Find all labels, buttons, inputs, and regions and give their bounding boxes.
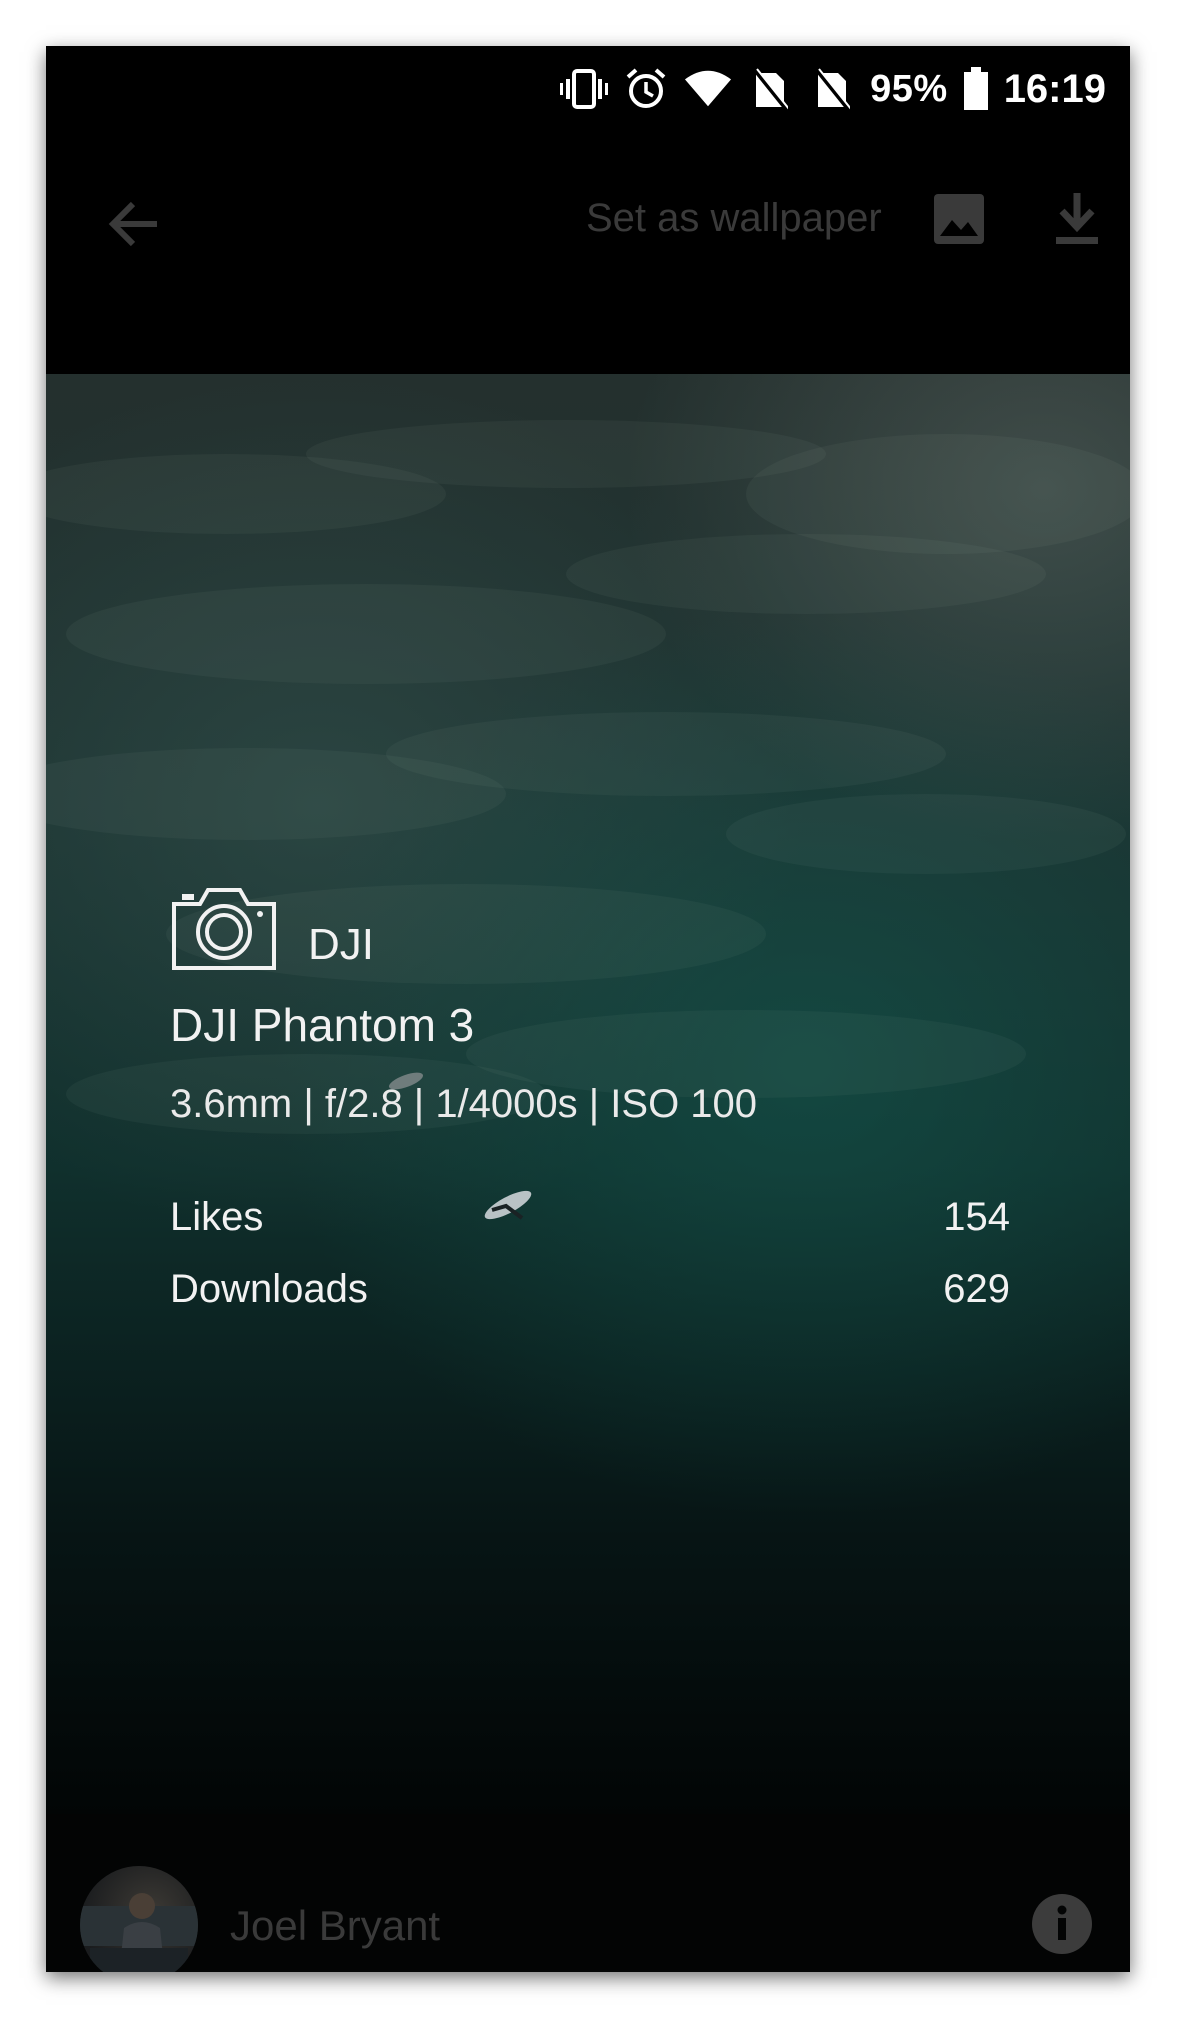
vibrate-icon — [560, 65, 609, 113]
wallpaper-button[interactable] — [922, 182, 996, 256]
avatar-image — [80, 1893, 198, 1972]
wallpaper-photo[interactable]: DJI DJI Phantom 3 3.6mm | f/2.8 | 1/4000… — [46, 374, 1130, 1814]
top-toolbar: Set as wallpaper — [46, 132, 1130, 374]
avatar[interactable] — [80, 1866, 198, 1972]
camera-row: DJI — [170, 884, 1010, 972]
phone-screen: 95% 16:19 Set as wallpaper DJI DJI Phant… — [46, 46, 1130, 1972]
camera-make: DJI — [308, 920, 374, 969]
photo-stats: Likes 154 Downloads 629 — [170, 1181, 1010, 1325]
exposure-settings: 3.6mm | f/2.8 | 1/4000s | ISO 100 — [170, 1082, 758, 1126]
status-icons: 95% 16:19 — [560, 62, 1106, 116]
battery-percent: 95% — [870, 67, 948, 110]
no-sim-icon — [746, 65, 794, 113]
camera-icon — [172, 888, 276, 970]
stat-label: Likes — [170, 1194, 264, 1239]
clock: 16:19 — [1003, 66, 1106, 111]
stat-label: Downloads — [170, 1266, 368, 1311]
image-icon — [934, 194, 984, 244]
status-bar: 95% 16:19 — [46, 46, 1130, 132]
wifi-icon — [684, 65, 732, 113]
stat-downloads: Downloads 629 — [170, 1253, 1010, 1325]
stat-value: 154 — [943, 1194, 1010, 1239]
stat-likes: Likes 154 — [170, 1181, 1010, 1253]
author-name[interactable]: Joel Bryant — [230, 1902, 440, 1950]
download-icon — [1056, 193, 1098, 244]
stat-value: 629 — [943, 1266, 1010, 1311]
alarm-icon — [622, 65, 670, 113]
arrow-back-icon — [108, 201, 157, 247]
set-as-wallpaper-button[interactable]: Set as wallpaper — [586, 196, 882, 241]
photo-info-panel: DJI DJI Phantom 3 3.6mm | f/2.8 | 1/4000… — [170, 884, 1010, 1325]
download-button[interactable] — [1040, 182, 1114, 256]
no-sim-icon — [808, 65, 856, 113]
author-bar: Joel Bryant — [46, 1814, 1130, 1972]
back-button[interactable] — [102, 192, 166, 256]
info-button[interactable] — [1032, 1894, 1092, 1954]
camera-model: DJI Phantom 3 — [170, 999, 475, 1051]
info-icon — [1057, 1905, 1067, 1940]
battery-icon — [962, 65, 990, 113]
